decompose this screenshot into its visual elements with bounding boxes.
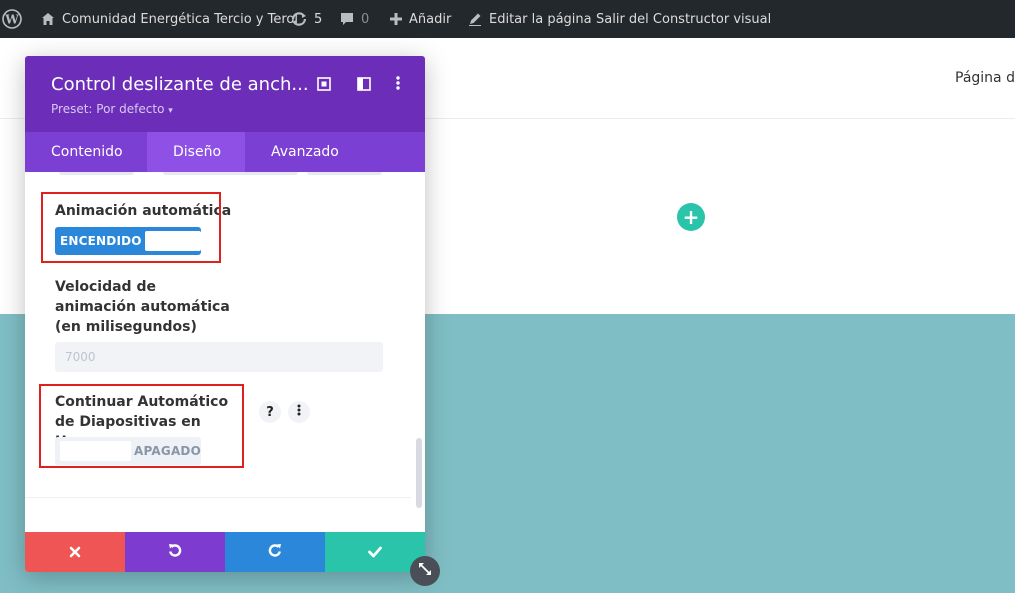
highlight-box <box>39 384 244 468</box>
wordpress-logo-button[interactable]: W <box>2 0 22 38</box>
add-new-label: Añadir <box>409 11 452 27</box>
preset-dropdown[interactable]: Preset: Por defecto ▾ <box>51 102 173 116</box>
help-button[interactable]: ? <box>259 401 281 423</box>
columns-icon <box>357 76 371 95</box>
modal-tabs: Contenido Diseño Avanzado <box>25 132 425 172</box>
admin-bar: W Comunidad Energética Tercio y Terol 5 … <box>0 0 1015 38</box>
split-view-button[interactable] <box>355 76 373 94</box>
add-new-link[interactable]: Añadir <box>389 0 451 38</box>
modal-body: Animación automática ENCENDIDO Velocidad… <box>25 172 425 532</box>
highlight-box <box>41 192 221 263</box>
site-name-label: Comunidad Energética Tercio y Terol <box>62 11 298 27</box>
modal-header: Control deslizante de anch... Preset: Po… <box>25 56 425 132</box>
undo-icon <box>167 542 183 562</box>
undo-button[interactable] <box>125 532 225 572</box>
edit-page-link[interactable]: Editar la página <box>467 0 592 38</box>
updates-count: 5 <box>314 11 323 27</box>
question-icon: ? <box>266 404 274 420</box>
option-menu-button[interactable] <box>288 401 310 423</box>
home-icon <box>40 11 56 27</box>
plus-icon <box>389 12 403 26</box>
fullscreen-button[interactable] <box>315 76 333 94</box>
add-section-button[interactable]: + <box>677 203 705 231</box>
vertical-dots-icon <box>395 75 401 95</box>
exit-builder-link[interactable]: Salir del Constructor visual <box>596 0 771 38</box>
caret-down-icon: ▾ <box>168 106 173 116</box>
redo-icon <box>267 542 283 562</box>
previous-option-fragment <box>307 172 382 175</box>
comments-count: 0 <box>361 11 370 27</box>
pencil-icon <box>467 11 483 27</box>
resize-icon <box>417 561 433 581</box>
wordpress-icon: W <box>2 9 22 29</box>
check-icon <box>368 543 382 562</box>
nav-menu-item[interactable]: Página de <box>955 70 1015 86</box>
svg-text:W: W <box>4 13 19 27</box>
previous-option-fragment <box>59 172 134 175</box>
previous-option-fragment <box>223 172 298 175</box>
vertical-dots-icon <box>297 404 301 420</box>
comments-link[interactable]: 0 <box>339 0 369 38</box>
animation-speed-label: Velocidad de animación automática (en mi… <box>55 279 230 335</box>
resize-handle[interactable] <box>410 556 440 586</box>
updates-link[interactable]: 5 <box>290 0 322 38</box>
close-icon <box>69 543 81 562</box>
modal-scrollbar[interactable] <box>416 438 422 508</box>
animation-speed-input[interactable]: 7000 <box>55 342 383 372</box>
updates-icon <box>290 11 308 27</box>
more-options-button[interactable] <box>389 76 407 94</box>
section-divider <box>25 497 411 498</box>
edit-page-label: Editar la página <box>489 11 592 27</box>
module-settings-modal: Control deslizante de anch... Preset: Po… <box>25 56 425 572</box>
redo-button[interactable] <box>225 532 325 572</box>
plus-icon: + <box>682 205 700 229</box>
tab-avanzado[interactable]: Avanzado <box>245 132 365 172</box>
modal-title: Control deslizante de anch... <box>51 74 309 95</box>
tab-contenido[interactable]: Contenido <box>25 132 147 172</box>
fullscreen-icon <box>317 76 331 95</box>
comment-icon <box>339 11 355 27</box>
modal-footer <box>25 532 425 572</box>
site-name-link[interactable]: Comunidad Energética Tercio y Terol <box>40 0 298 38</box>
cancel-button[interactable] <box>25 532 125 572</box>
exit-builder-label: Salir del Constructor visual <box>596 11 772 27</box>
preset-label: Preset: Por defecto <box>51 102 165 116</box>
tab-diseno[interactable]: Diseño <box>147 132 245 172</box>
